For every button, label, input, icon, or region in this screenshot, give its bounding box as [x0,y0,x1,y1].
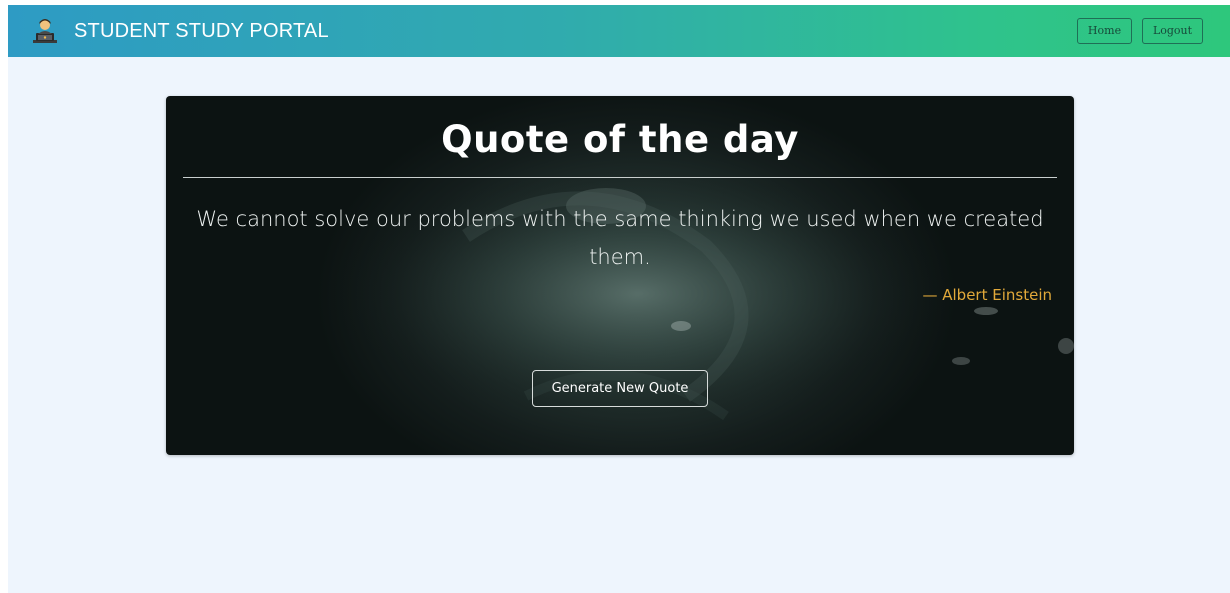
page: STUDENT STUDY PORTAL Home Logout Quote o… [8,5,1230,593]
generate-new-quote-button[interactable]: Generate New Quote [532,370,708,407]
quote-author: — Albert Einstein [922,286,1052,304]
title-divider [183,177,1057,178]
brand-title: STUDENT STUDY PORTAL [74,19,329,42]
quote-text: We cannot solve our problems with the sa… [196,207,1044,269]
home-button[interactable]: Home [1077,18,1132,44]
quote-card: Quote of the day We cannot solve our pro… [166,96,1074,455]
brand[interactable]: STUDENT STUDY PORTAL [30,15,329,47]
quote-title: Quote of the day [441,118,799,161]
navbar: STUDENT STUDY PORTAL Home Logout [8,5,1230,57]
logout-button[interactable]: Logout [1142,18,1203,44]
student-at-laptop-icon [30,16,60,46]
